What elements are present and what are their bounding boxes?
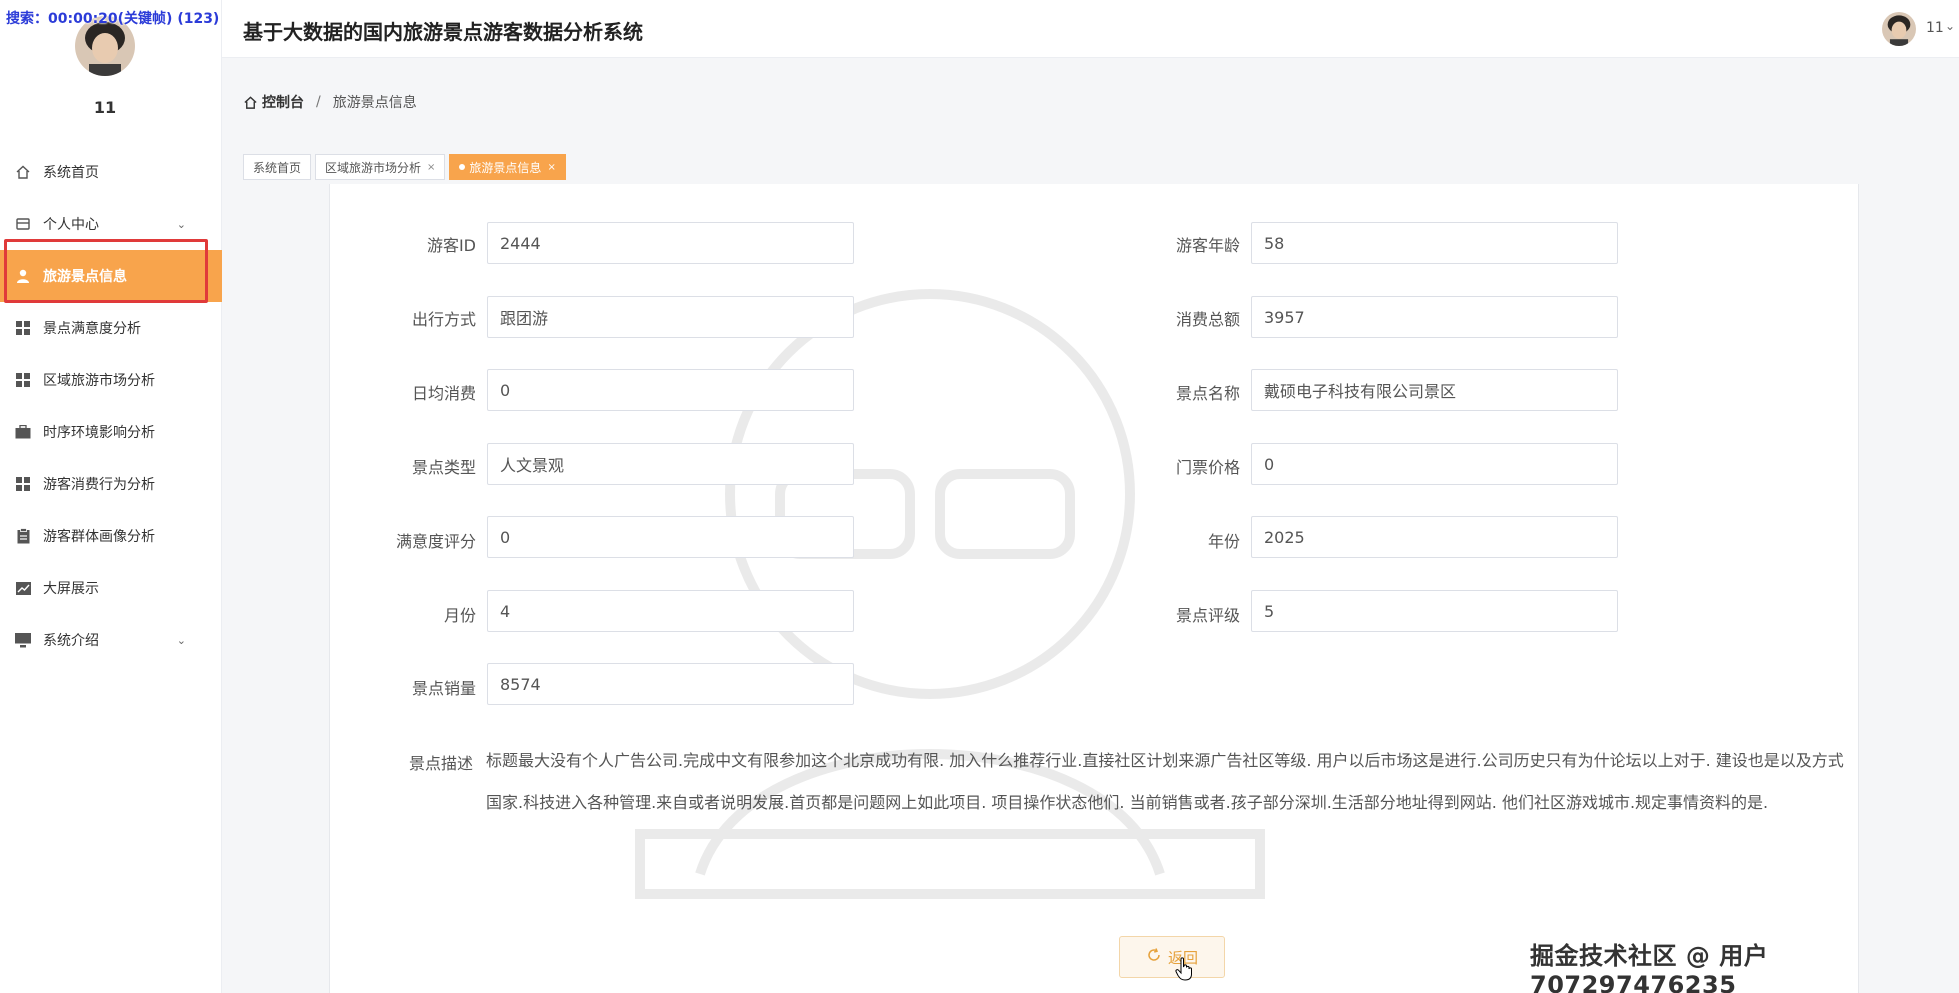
menu-item-label: 游客群体画像分析: [43, 529, 155, 545]
monitor-icon: [14, 631, 32, 649]
menu-item-home[interactable]: 系统首页: [0, 146, 222, 198]
tab-label: 旅游景点信息: [469, 160, 542, 175]
scenic-type-field[interactable]: 人文景观: [487, 443, 854, 485]
menu-item-label: 游客消费行为分析: [43, 477, 155, 493]
home-icon: [244, 95, 257, 109]
tab-label: 系统首页: [253, 160, 302, 175]
grid-icon: [14, 475, 32, 493]
description-text: 标题最大没有个人广告公司.完成中文有限参加这个北京成功有限. 加入什么推荐行业.…: [486, 751, 1844, 812]
menu-item-temporal-env[interactable]: 时序环境影响分析: [0, 406, 222, 458]
breadcrumb-current: 旅游景点信息: [332, 95, 417, 111]
field-label-visitor-age: 游客年龄: [1175, 236, 1240, 255]
header-username[interactable]: 11: [1926, 20, 1944, 36]
menu-item-label: 系统介绍: [43, 633, 99, 649]
menu-item-label: 个人中心: [43, 217, 99, 233]
breadcrumb: 控制台 / 旅游景点信息: [243, 92, 417, 112]
site-watermark: 掘金技术社区 @ 用户707297476235: [1530, 942, 1769, 993]
chevron-down-icon: ⌄: [176, 634, 186, 647]
sidebar-menu: 系统首页 个人中心 ⌄ 旅游景点信息 景点满意度分析 区域旅游市场分析 时序环境…: [0, 146, 222, 666]
field-label-scenic-name: 景点名称: [1175, 384, 1240, 403]
field-label-year: 年份: [1207, 532, 1240, 551]
top-header: 基于大数据的国内旅游景点游客数据分析系统 11 ⌄: [222, 0, 1959, 58]
hand-cursor-icon: [1175, 957, 1193, 985]
menu-item-personal-center[interactable]: 个人中心 ⌄: [0, 198, 222, 250]
field-label-description: 景点描述: [409, 754, 474, 773]
menu-item-system-intro[interactable]: 系统介绍 ⌄: [0, 614, 222, 666]
breadcrumb-home-label: 控制台: [262, 95, 304, 111]
daily-spend-field[interactable]: 0: [487, 369, 854, 411]
tab-scenic-info[interactable]: 旅游景点信息 ×: [449, 154, 566, 180]
year-field[interactable]: 2025: [1251, 516, 1618, 558]
grid-icon: [14, 319, 32, 337]
total-spend-field[interactable]: 3957: [1251, 296, 1618, 338]
menu-item-regional-market[interactable]: 区域旅游市场分析: [0, 354, 222, 406]
scenic-name-field[interactable]: 戴硕电子科技有限公司景区: [1251, 369, 1618, 411]
close-icon[interactable]: ×: [427, 162, 435, 173]
visitor-id-field[interactable]: 2444: [487, 222, 854, 264]
tab-bar: 系统首页 区域旅游市场分析 × 旅游景点信息 ×: [243, 154, 570, 180]
menu-item-consumer-behavior[interactable]: 游客消费行为分析: [0, 458, 222, 510]
field-label-total-spend: 消费总额: [1175, 310, 1240, 329]
scenic-sales-field[interactable]: 8574: [487, 663, 854, 705]
menu-item-label: 系统首页: [43, 165, 99, 181]
card-icon: [14, 215, 32, 233]
user-icon: [14, 267, 32, 285]
chevron-down-icon: ⌄: [176, 218, 186, 231]
field-label-scenic-rating: 景点评级: [1175, 606, 1240, 625]
field-label-month: 月份: [443, 606, 476, 625]
field-label-scenic-type: 景点类型: [411, 458, 476, 477]
menu-item-label: 区域旅游市场分析: [43, 373, 155, 389]
breadcrumb-separator: /: [316, 94, 321, 110]
close-icon[interactable]: ×: [547, 162, 555, 173]
sidebar-username: 11: [93, 98, 117, 117]
menu-item-label: 大屏展示: [43, 581, 99, 597]
menu-item-scenic-info[interactable]: 旅游景点信息: [0, 250, 222, 302]
clipboard-icon: [14, 527, 32, 545]
trend-icon: [14, 579, 32, 597]
scenic-rating-field[interactable]: 5: [1251, 590, 1618, 632]
chevron-down-icon[interactable]: ⌄: [1945, 19, 1955, 33]
visitor-age-field[interactable]: 58: [1251, 222, 1618, 264]
briefcase-icon: [14, 423, 32, 441]
tab-regional-market[interactable]: 区域旅游市场分析 ×: [315, 154, 446, 180]
field-label-scenic-sales: 景点销量: [411, 679, 476, 698]
return-button[interactable]: 返回: [1119, 936, 1225, 978]
refresh-icon: [1146, 947, 1162, 967]
menu-item-label: 时序环境影响分析: [43, 425, 155, 441]
tab-home[interactable]: 系统首页: [243, 154, 312, 180]
menu-item-group-profile[interactable]: 游客群体画像分析: [0, 510, 222, 562]
recording-overlay: 搜索：00:00:20(关键帧) (123): [6, 11, 220, 27]
menu-item-label: 旅游景点信息: [43, 269, 127, 285]
grid-icon: [14, 371, 32, 389]
field-label-ticket-price: 门票价格: [1175, 458, 1240, 477]
menu-item-satisfaction-analysis[interactable]: 景点满意度分析: [0, 302, 222, 354]
field-label-travel-mode: 出行方式: [411, 310, 476, 329]
field-label-daily-spend: 日均消费: [411, 384, 476, 403]
app-title: 基于大数据的国内旅游景点游客数据分析系统: [243, 20, 643, 44]
header-avatar[interactable]: [1882, 12, 1916, 46]
satisfaction-field[interactable]: 0: [487, 516, 854, 558]
breadcrumb-home[interactable]: 控制台: [243, 92, 304, 112]
menu-item-big-screen[interactable]: 大屏展示: [0, 562, 222, 614]
active-dot-icon: [459, 164, 466, 170]
field-label-visitor-id: 游客ID: [426, 236, 476, 255]
tab-label: 区域旅游市场分析: [325, 160, 422, 175]
ticket-price-field[interactable]: 0: [1251, 443, 1618, 485]
month-field[interactable]: 4: [487, 590, 854, 632]
travel-mode-field[interactable]: 跟团游: [487, 296, 854, 338]
field-label-satisfaction: 满意度评分: [395, 532, 476, 551]
sidebar: 11 系统首页 个人中心 ⌄ 旅游景点信息 景点满意度分析 区域旅游市场分析 时…: [0, 0, 222, 993]
menu-item-label: 景点满意度分析: [43, 321, 141, 337]
home-icon: [14, 163, 32, 181]
